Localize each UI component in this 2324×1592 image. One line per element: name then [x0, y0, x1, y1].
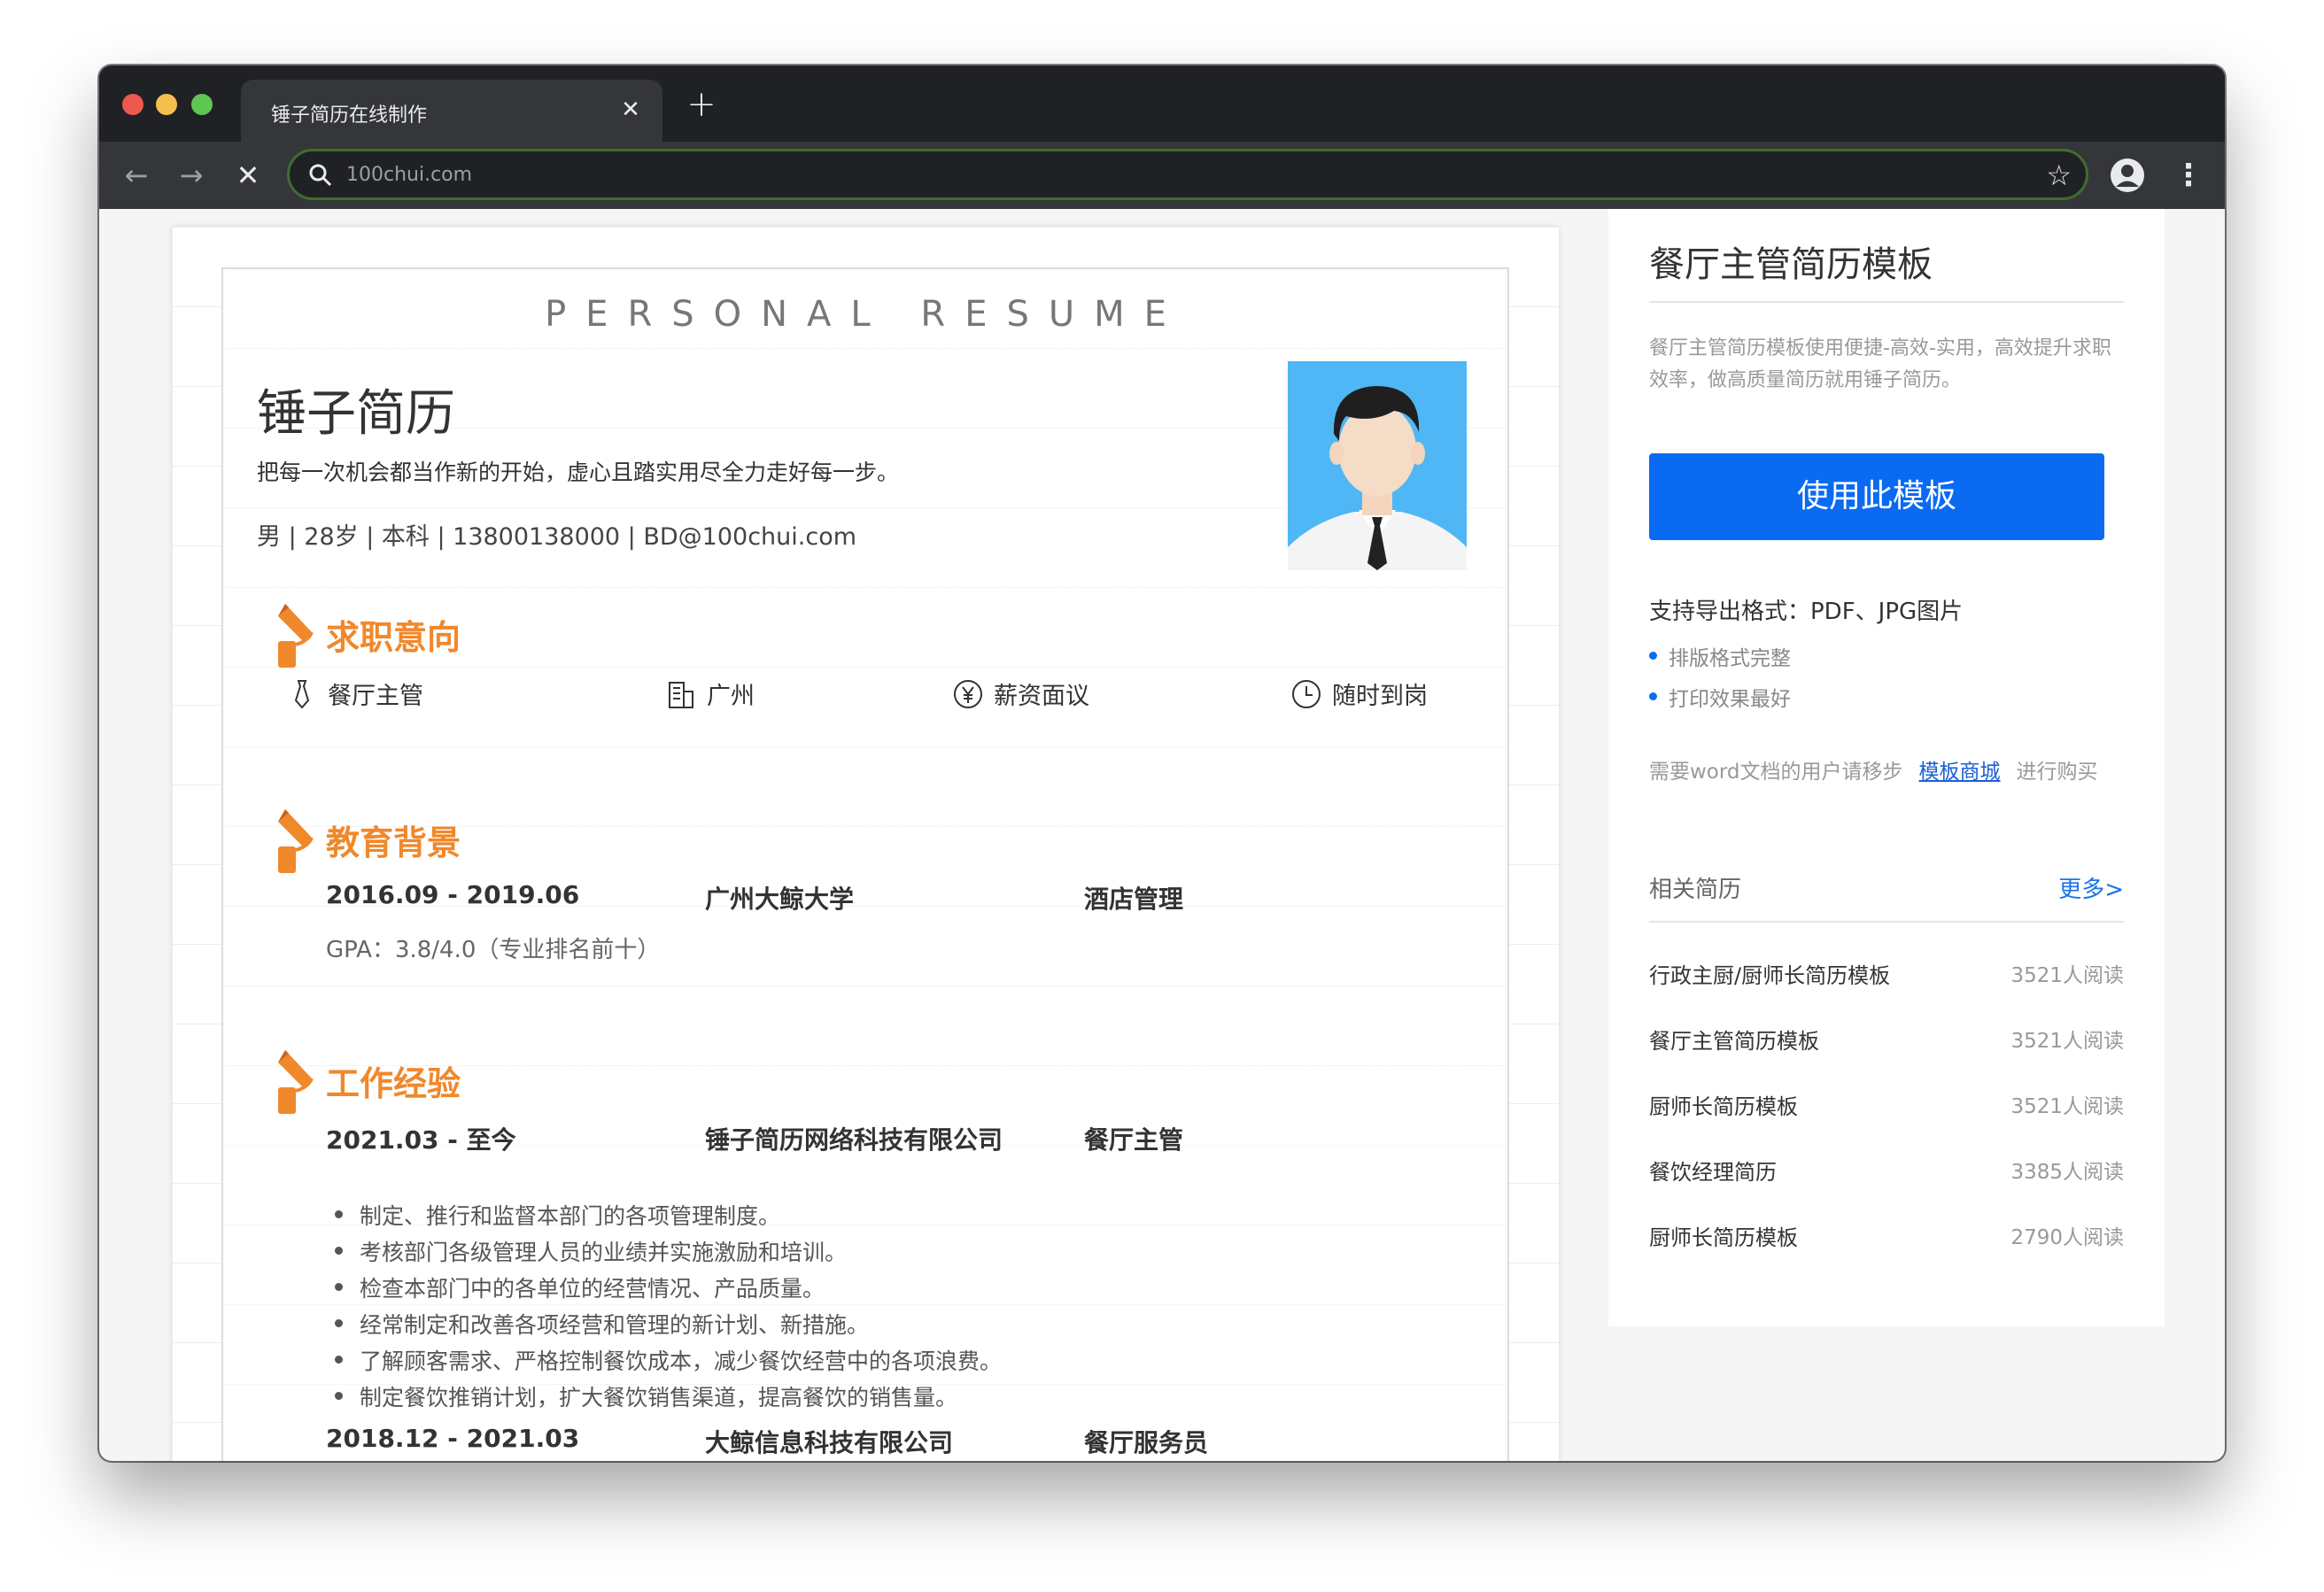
tab-active[interactable]: 锤子简历在线制作 ✕ — [241, 80, 662, 142]
forward-button[interactable]: → — [174, 158, 209, 193]
related-item[interactable]: 餐厅主管简历模板 3521人阅读 — [1649, 1024, 2124, 1059]
related-item[interactable]: 厨师长简历模板 2790人阅读 — [1649, 1220, 2124, 1256]
use-template-button[interactable]: 使用此模板 — [1649, 453, 2104, 540]
template-title: 餐厅主管简历模板 — [1649, 244, 1933, 285]
work-row: 2021.03 - 至今 锤子简历网络科技有限公司 餐厅主管 — [326, 1121, 1389, 1156]
list-item: 制定、推行和监督本部门的各项管理制度。 — [326, 1199, 1002, 1235]
education-major: 酒店管理 — [1084, 885, 1184, 914]
related-item-name[interactable]: 厨师长简历模板 — [1649, 1220, 1798, 1251]
maximize-window-button[interactable] — [191, 94, 213, 115]
education-school: 广州大鲸大学 — [705, 885, 855, 914]
intent-label: 薪资面议 — [994, 683, 1089, 710]
tab-close-icon[interactable]: ✕ — [616, 96, 645, 124]
candidate-motto: 把每一次机会都当作新的开始，虚心且踏实用尽全力走好每一步。 — [257, 460, 900, 485]
related-item[interactable]: 行政主厨/厨师长简历模板 3521人阅读 — [1649, 958, 2124, 993]
browser-menu-icon[interactable]: ⋮ — [2173, 158, 2204, 193]
intent-label: 餐厅主管 — [328, 683, 423, 710]
work-role: 餐厅主管 — [1084, 1125, 1184, 1155]
list-item: 了解顾客需求、严格控制餐饮成本，减少餐饮经营中的各项浪费。 — [326, 1344, 1002, 1380]
list-item: 经常制定和改善各项经营和管理的新计划、新措施。 — [326, 1308, 1002, 1344]
avatar-illustration — [1288, 361, 1467, 570]
url-text[interactable]: 100chui.com — [346, 164, 472, 186]
building-icon — [669, 681, 693, 708]
related-item-reads: 3385人阅读 — [2010, 1161, 2124, 1184]
feature-bullet: 排版格式完整 — [1649, 641, 1791, 671]
education-gpa: GPA：3.8/4.0（专业排名前十） — [326, 937, 661, 963]
profile-avatar-icon[interactable] — [2110, 158, 2145, 193]
related-item-name[interactable]: 餐厅主管简历模板 — [1649, 1024, 1819, 1055]
section-education: 教育背景 — [273, 808, 461, 875]
section-title: 工作经验 — [326, 1064, 461, 1103]
work-row: 2018.12 - 2021.03 大鲸信息科技有限公司 餐厅服务员 — [326, 1424, 1389, 1459]
word-note: 需要word文档的用户请移步 模板商城 进行购买 — [1649, 754, 2098, 784]
candidate-contact: 男 | 28岁 | 本科 | 13800138000 | BD@100chui.… — [257, 523, 857, 551]
tab-title: 锤子简历在线制作 — [271, 104, 428, 127]
intent-availability: 随时到岗 — [1291, 676, 1428, 711]
section-intent: 求职意向 — [273, 602, 461, 669]
related-resumes-heading: 相关简历 — [1649, 877, 1742, 903]
new-tab-button[interactable]: + — [684, 87, 719, 122]
page-viewport: PERSONAL RESUME 锤子简历 把每一次机会都当作新的开始，虚心且踏实… — [99, 209, 2225, 1461]
work-company: 大鲸信息科技有限公司 — [705, 1428, 954, 1457]
list-item: 制定餐饮推销计划，扩大餐饮销售渠道，提高餐饮的销售量。 — [326, 1380, 1002, 1417]
intent-city: 广州 — [666, 676, 755, 711]
feature-bullet: 打印效果最好 — [1649, 682, 1791, 712]
related-item-reads: 3521人阅读 — [2010, 1095, 2124, 1118]
education-period: 2016.09 - 2019.06 — [326, 880, 580, 909]
divider — [1649, 921, 2124, 923]
address-bar[interactable]: 100chui.com ☆ — [287, 149, 2088, 200]
list-item: 检查本部门中的各单位的经营情况、产品质量。 — [326, 1271, 1002, 1308]
yen-icon — [954, 679, 982, 708]
stop-loading-button[interactable]: ✕ — [230, 158, 266, 193]
section-title: 教育背景 — [326, 823, 461, 862]
resume-sheet: PERSONAL RESUME 锤子简历 把每一次机会都当作新的开始，虚心且踏实… — [221, 267, 1509, 1461]
more-link[interactable]: 更多> — [2058, 871, 2124, 904]
related-item-name[interactable]: 餐饮经理简历 — [1649, 1155, 1777, 1186]
pen-icon — [278, 604, 314, 668]
back-button[interactable]: ← — [119, 158, 154, 193]
related-item-reads: 3521人阅读 — [2010, 964, 2124, 987]
work-duties: 制定、推行和监督本部门的各项管理制度。 考核部门各级管理人员的业绩并实施激励和培… — [326, 1199, 1002, 1417]
pen-icon — [278, 809, 314, 873]
work-role: 餐厅服务员 — [1084, 1428, 1209, 1457]
related-item-name[interactable]: 厨师长简历模板 — [1649, 1089, 1798, 1120]
search-icon — [309, 164, 332, 187]
work-period: 2021.03 - 至今 — [326, 1125, 516, 1155]
work-period: 2018.12 - 2021.03 — [326, 1424, 580, 1453]
bookmark-star-icon[interactable]: ☆ — [2046, 158, 2072, 192]
related-item[interactable]: 厨师长简历模板 3521人阅读 — [1649, 1089, 2124, 1124]
clock-icon — [1292, 679, 1321, 708]
section-title: 求职意向 — [326, 618, 461, 657]
related-item-reads: 3521人阅读 — [2010, 1030, 2124, 1053]
list-item: 考核部门各级管理人员的业绩并实施激励和培训。 — [326, 1235, 1002, 1271]
word-note-suffix: 进行购买 — [2016, 761, 2098, 784]
tab-strip: 锤子简历在线制作 ✕ + — [99, 66, 2225, 142]
template-sidebar: 餐厅主管简历模板 餐厅主管简历模板使用便捷-高效-实用，高效提升求职效率，做高质… — [1608, 209, 2165, 1326]
avatar — [1288, 361, 1467, 570]
divider — [1649, 301, 2124, 303]
template-mall-link[interactable]: 模板商城 — [1919, 754, 2001, 784]
intent-label: 广州 — [707, 683, 755, 710]
section-work: 工作经验 — [273, 1048, 461, 1116]
related-item[interactable]: 餐饮经理简历 3385人阅读 — [1649, 1155, 2124, 1190]
resume-preview: PERSONAL RESUME 锤子简历 把每一次机会都当作新的开始，虚心且踏实… — [172, 227, 1559, 1461]
related-item-name[interactable]: 行政主厨/厨师长简历模板 — [1649, 958, 1890, 989]
resume-header-title: PERSONAL RESUME — [545, 294, 1186, 335]
minimize-window-button[interactable] — [156, 94, 177, 115]
work-company: 锤子简历网络科技有限公司 — [705, 1125, 1003, 1155]
related-item-reads: 2790人阅读 — [2010, 1226, 2124, 1249]
candidate-name: 锤子简历 — [257, 385, 455, 443]
close-window-button[interactable] — [122, 94, 143, 115]
export-formats: 支持导出格式：PDF、JPG图片 — [1649, 599, 1964, 625]
education-row: 2016.09 - 2019.06 广州大鲸大学 酒店管理 — [326, 880, 1389, 916]
pen-icon — [278, 1050, 314, 1114]
browser-toolbar: ← → ✕ 100chui.com ☆ ⋮ — [99, 142, 2225, 209]
intent-label: 随时到岗 — [1332, 683, 1428, 710]
browser-window: 锤子简历在线制作 ✕ + ← → ✕ 100chui.com ☆ ⋮ PERSO… — [99, 66, 2225, 1461]
template-description: 餐厅主管简历模板使用便捷-高效-实用，高效提升求职效率，做高质量简历就用锤子简历… — [1649, 337, 2111, 391]
tie-icon — [294, 679, 310, 709]
intent-position: 餐厅主管 — [287, 676, 423, 711]
word-note-prefix: 需要word文档的用户请移步 — [1649, 761, 1903, 784]
intent-salary: 薪资面议 — [953, 676, 1089, 711]
